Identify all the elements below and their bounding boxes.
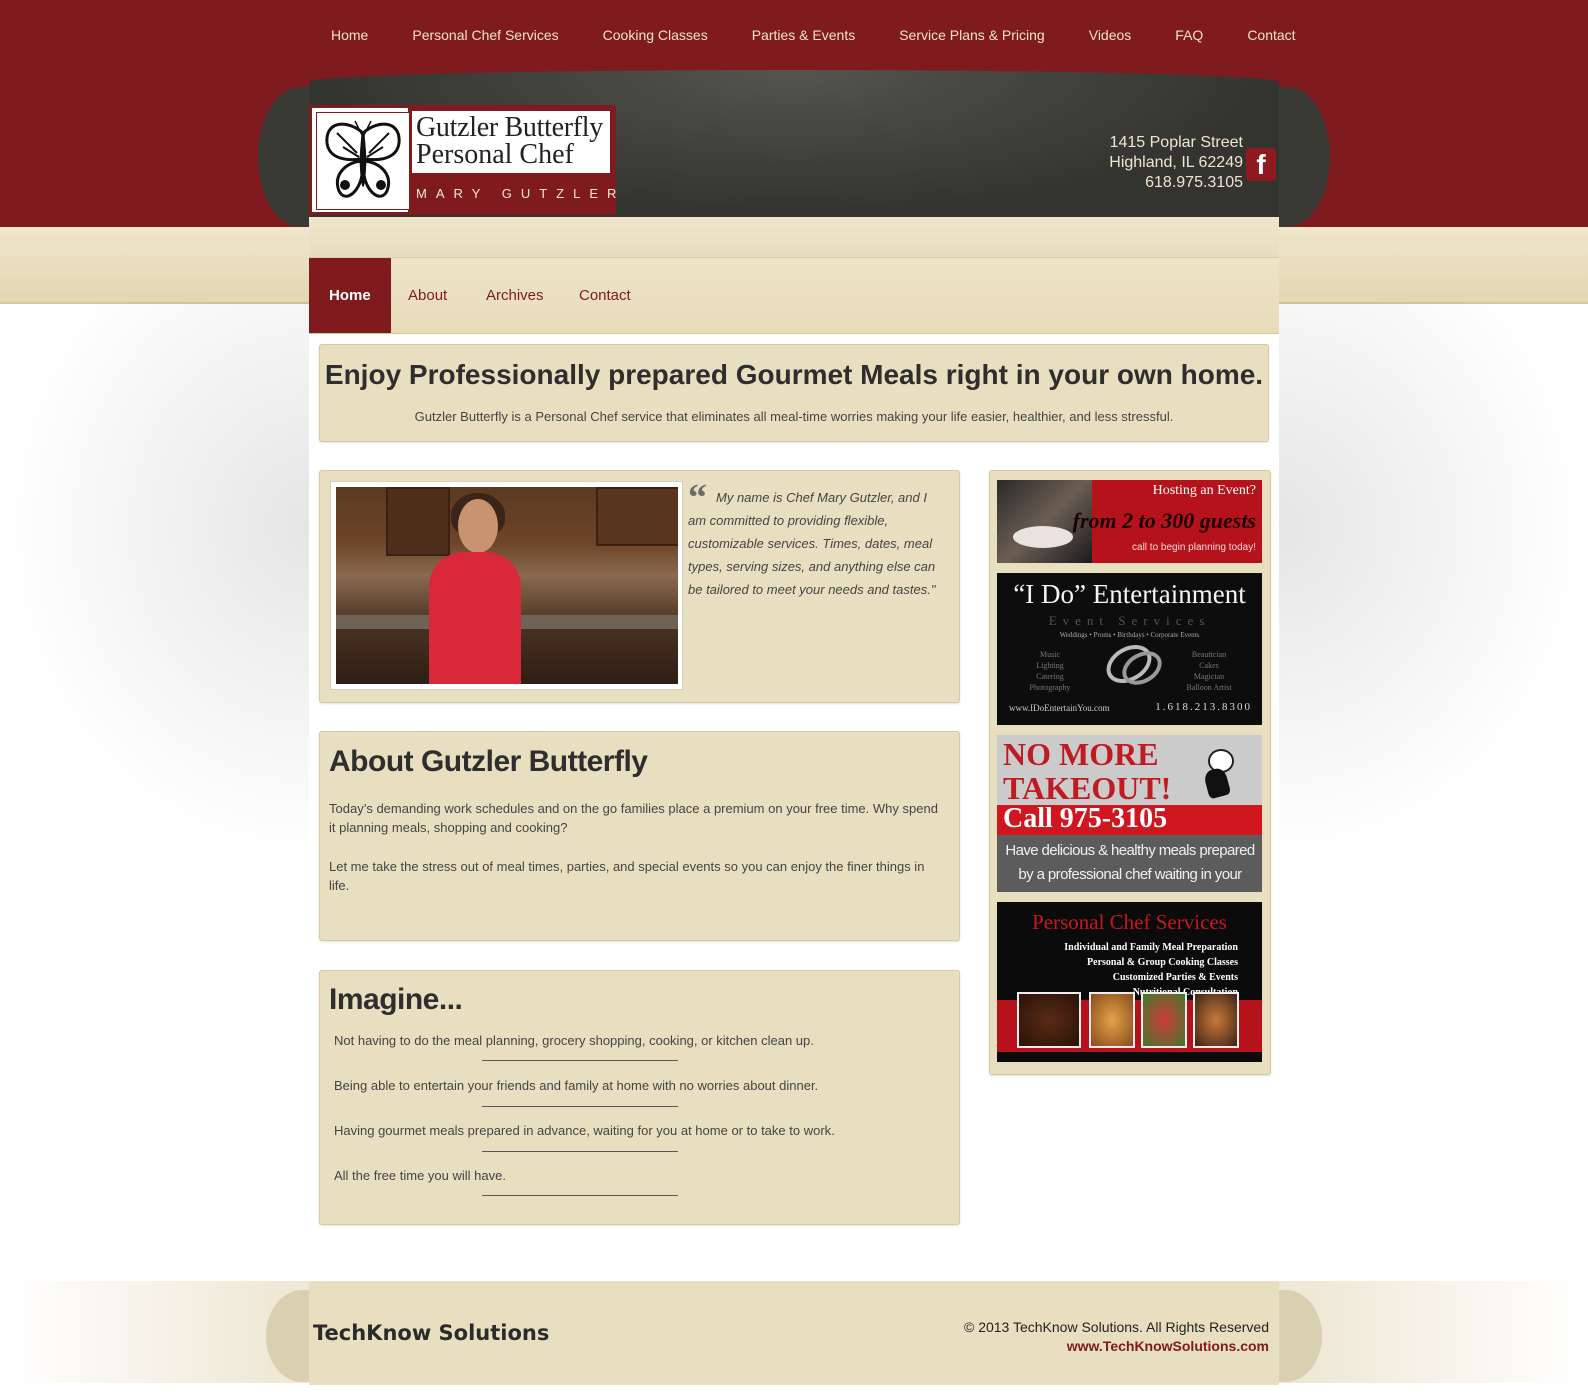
ad-event-cta: call to begin planning today! [1132, 542, 1256, 553]
hero-text: Gutzler Butterfly is a Personal Chef ser… [414, 409, 1174, 424]
facebook-icon[interactable]: f [1246, 148, 1276, 181]
ad-takeout-text: Have delicious & healthy meals prepared … [1005, 842, 1255, 892]
food-photo [1193, 992, 1239, 1048]
right-shadow [1278, 302, 1588, 862]
topnav-parties-events[interactable]: Parties & Events [730, 27, 878, 43]
ad-i-do-entertainment[interactable]: “I Do” Entertainment Event Services Wedd… [997, 573, 1262, 725]
imagine-item: All the free time you will have. [334, 1168, 506, 1183]
logo-subtitle: MARY GUTZLER [416, 186, 626, 201]
ad-services-line: Personal & Group Cooking Classes [1087, 957, 1238, 968]
ad-event-range: from 2 to 300 guests [1072, 508, 1256, 533]
intro-panel: “ My name is Chef Mary Gutzler, and I am… [319, 470, 960, 703]
hero-panel: Enjoy Professionally prepared Gourmet Me… [319, 344, 1269, 442]
imagine-item: Not having to do the meal planning, groc… [334, 1033, 814, 1048]
mainnav-about[interactable]: About [408, 258, 447, 333]
footer-copyright: © 2013 TechKnow Solutions. All Rights Re… [963, 1319, 1269, 1335]
ad-event-title: Hosting an Event? [1152, 483, 1256, 498]
address-city: Highland, IL 62249 [1109, 154, 1243, 171]
ad-no-more-takeout[interactable]: NO MORE TAKEOUT! Call 975-3105 Have deli… [997, 735, 1262, 892]
divider [482, 1151, 678, 1152]
ad-ido-right-column: Beautician Cakes Magician Balloon Artist [1186, 650, 1232, 692]
ad-services-title: Personal Chef Services [1032, 910, 1227, 934]
divider [482, 1060, 678, 1061]
top-navigation: Home Personal Chef Services Cooking Clas… [309, 22, 1296, 48]
imagine-title: Imagine... [329, 983, 463, 1016]
ad-ido-tagline: Weddings • Proms • Birthdays • Corporate… [1059, 631, 1200, 639]
topnav-cooking-classes[interactable]: Cooking Classes [581, 27, 730, 43]
ad-services-list: Individual and Family Meal Preparation P… [1064, 940, 1238, 1000]
site-footer: TechKnow Solutions © 2013 TechKnow Solut… [309, 1281, 1279, 1385]
topnav-contact[interactable]: Contact [1225, 27, 1317, 43]
chef-photo [336, 487, 678, 684]
ad-services-line: Customized Parties & Events [1112, 972, 1238, 983]
mainnav-home[interactable]: Home [309, 258, 391, 333]
sidebar-ads: Hosting an Event? from 2 to 300 guests c… [989, 470, 1271, 1075]
ad-takeout-title: NO MORE TAKEOUT! [1003, 736, 1172, 806]
imagine-item: Being able to entertain your friends and… [334, 1078, 819, 1093]
imagine-panel: Imagine... Not having to do the meal pla… [319, 970, 960, 1225]
main-navigation: Home About Archives Contact [309, 258, 1279, 334]
footer-brand: TechKnow Solutions [313, 1321, 550, 1345]
about-title: About Gutzler Butterfly [329, 745, 648, 778]
contact-address: 1415 Poplar Street Highland, IL 62249 61… [1109, 133, 1243, 193]
ad-ido-left-column: Music Lighting Catering Photography [1029, 650, 1071, 692]
butterfly-icon [316, 112, 410, 210]
imagine-item: Having gourmet meals prepared in advance… [334, 1123, 835, 1138]
ad-ido-subtitle: Event Services [1048, 613, 1211, 628]
ad-services-line: Individual and Family Meal Preparation [1064, 942, 1238, 953]
site-logo[interactable]: Gutzler Butterfly Personal Chef MARY GUT… [309, 105, 616, 215]
left-shadow [0, 302, 310, 862]
chef-runner-icon [1198, 743, 1244, 801]
chef-photo-frame [330, 481, 683, 690]
intro-quote: My name is Chef Mary Gutzler, and I am c… [688, 490, 936, 597]
ad-ido-url: www.IDoEntertainYou.com [1009, 703, 1110, 713]
divider [482, 1195, 678, 1196]
footer-link[interactable]: www.TechKnowSolutions.com [1067, 1338, 1269, 1354]
about-panel: About Gutzler Butterfly Today’s demandin… [319, 731, 960, 941]
logo-title-line2: Personal Chef [416, 139, 574, 170]
ad-hosting-event[interactable]: Hosting an Event? from 2 to 300 guests c… [997, 480, 1262, 563]
food-photo [1089, 992, 1135, 1048]
food-photo [1017, 992, 1081, 1048]
about-paragraph-2: Let me take the stress out of meal times… [329, 859, 925, 893]
topnav-service-plans-pricing[interactable]: Service Plans & Pricing [877, 27, 1067, 43]
address-street: 1415 Poplar Street [1109, 134, 1243, 151]
topnav-personal-chef-services[interactable]: Personal Chef Services [390, 27, 580, 43]
topnav-faq[interactable]: FAQ [1153, 27, 1225, 43]
mainnav-contact[interactable]: Contact [579, 258, 631, 333]
topnav-videos[interactable]: Videos [1067, 27, 1154, 43]
divider [482, 1106, 678, 1107]
ad-personal-chef-services[interactable]: Personal Chef Services Individual and Fa… [997, 902, 1262, 1062]
food-photo [1141, 992, 1187, 1048]
hero-title: Enjoy Professionally prepared Gourmet Me… [324, 359, 1264, 390]
sub-header-bar [309, 217, 1279, 258]
topnav-home[interactable]: Home [309, 27, 390, 43]
ad-takeout-call: Call 975-3105 [1003, 803, 1168, 834]
mainnav-archives[interactable]: Archives [486, 258, 544, 333]
about-paragraph-1: Today’s demanding work schedules and on … [329, 801, 938, 835]
ad-ido-phone: 1.618.213.8300 [1155, 701, 1252, 713]
address-phone: 618.975.3105 [1145, 174, 1243, 191]
ad-ido-title: “I Do” Entertainment [1013, 579, 1246, 609]
